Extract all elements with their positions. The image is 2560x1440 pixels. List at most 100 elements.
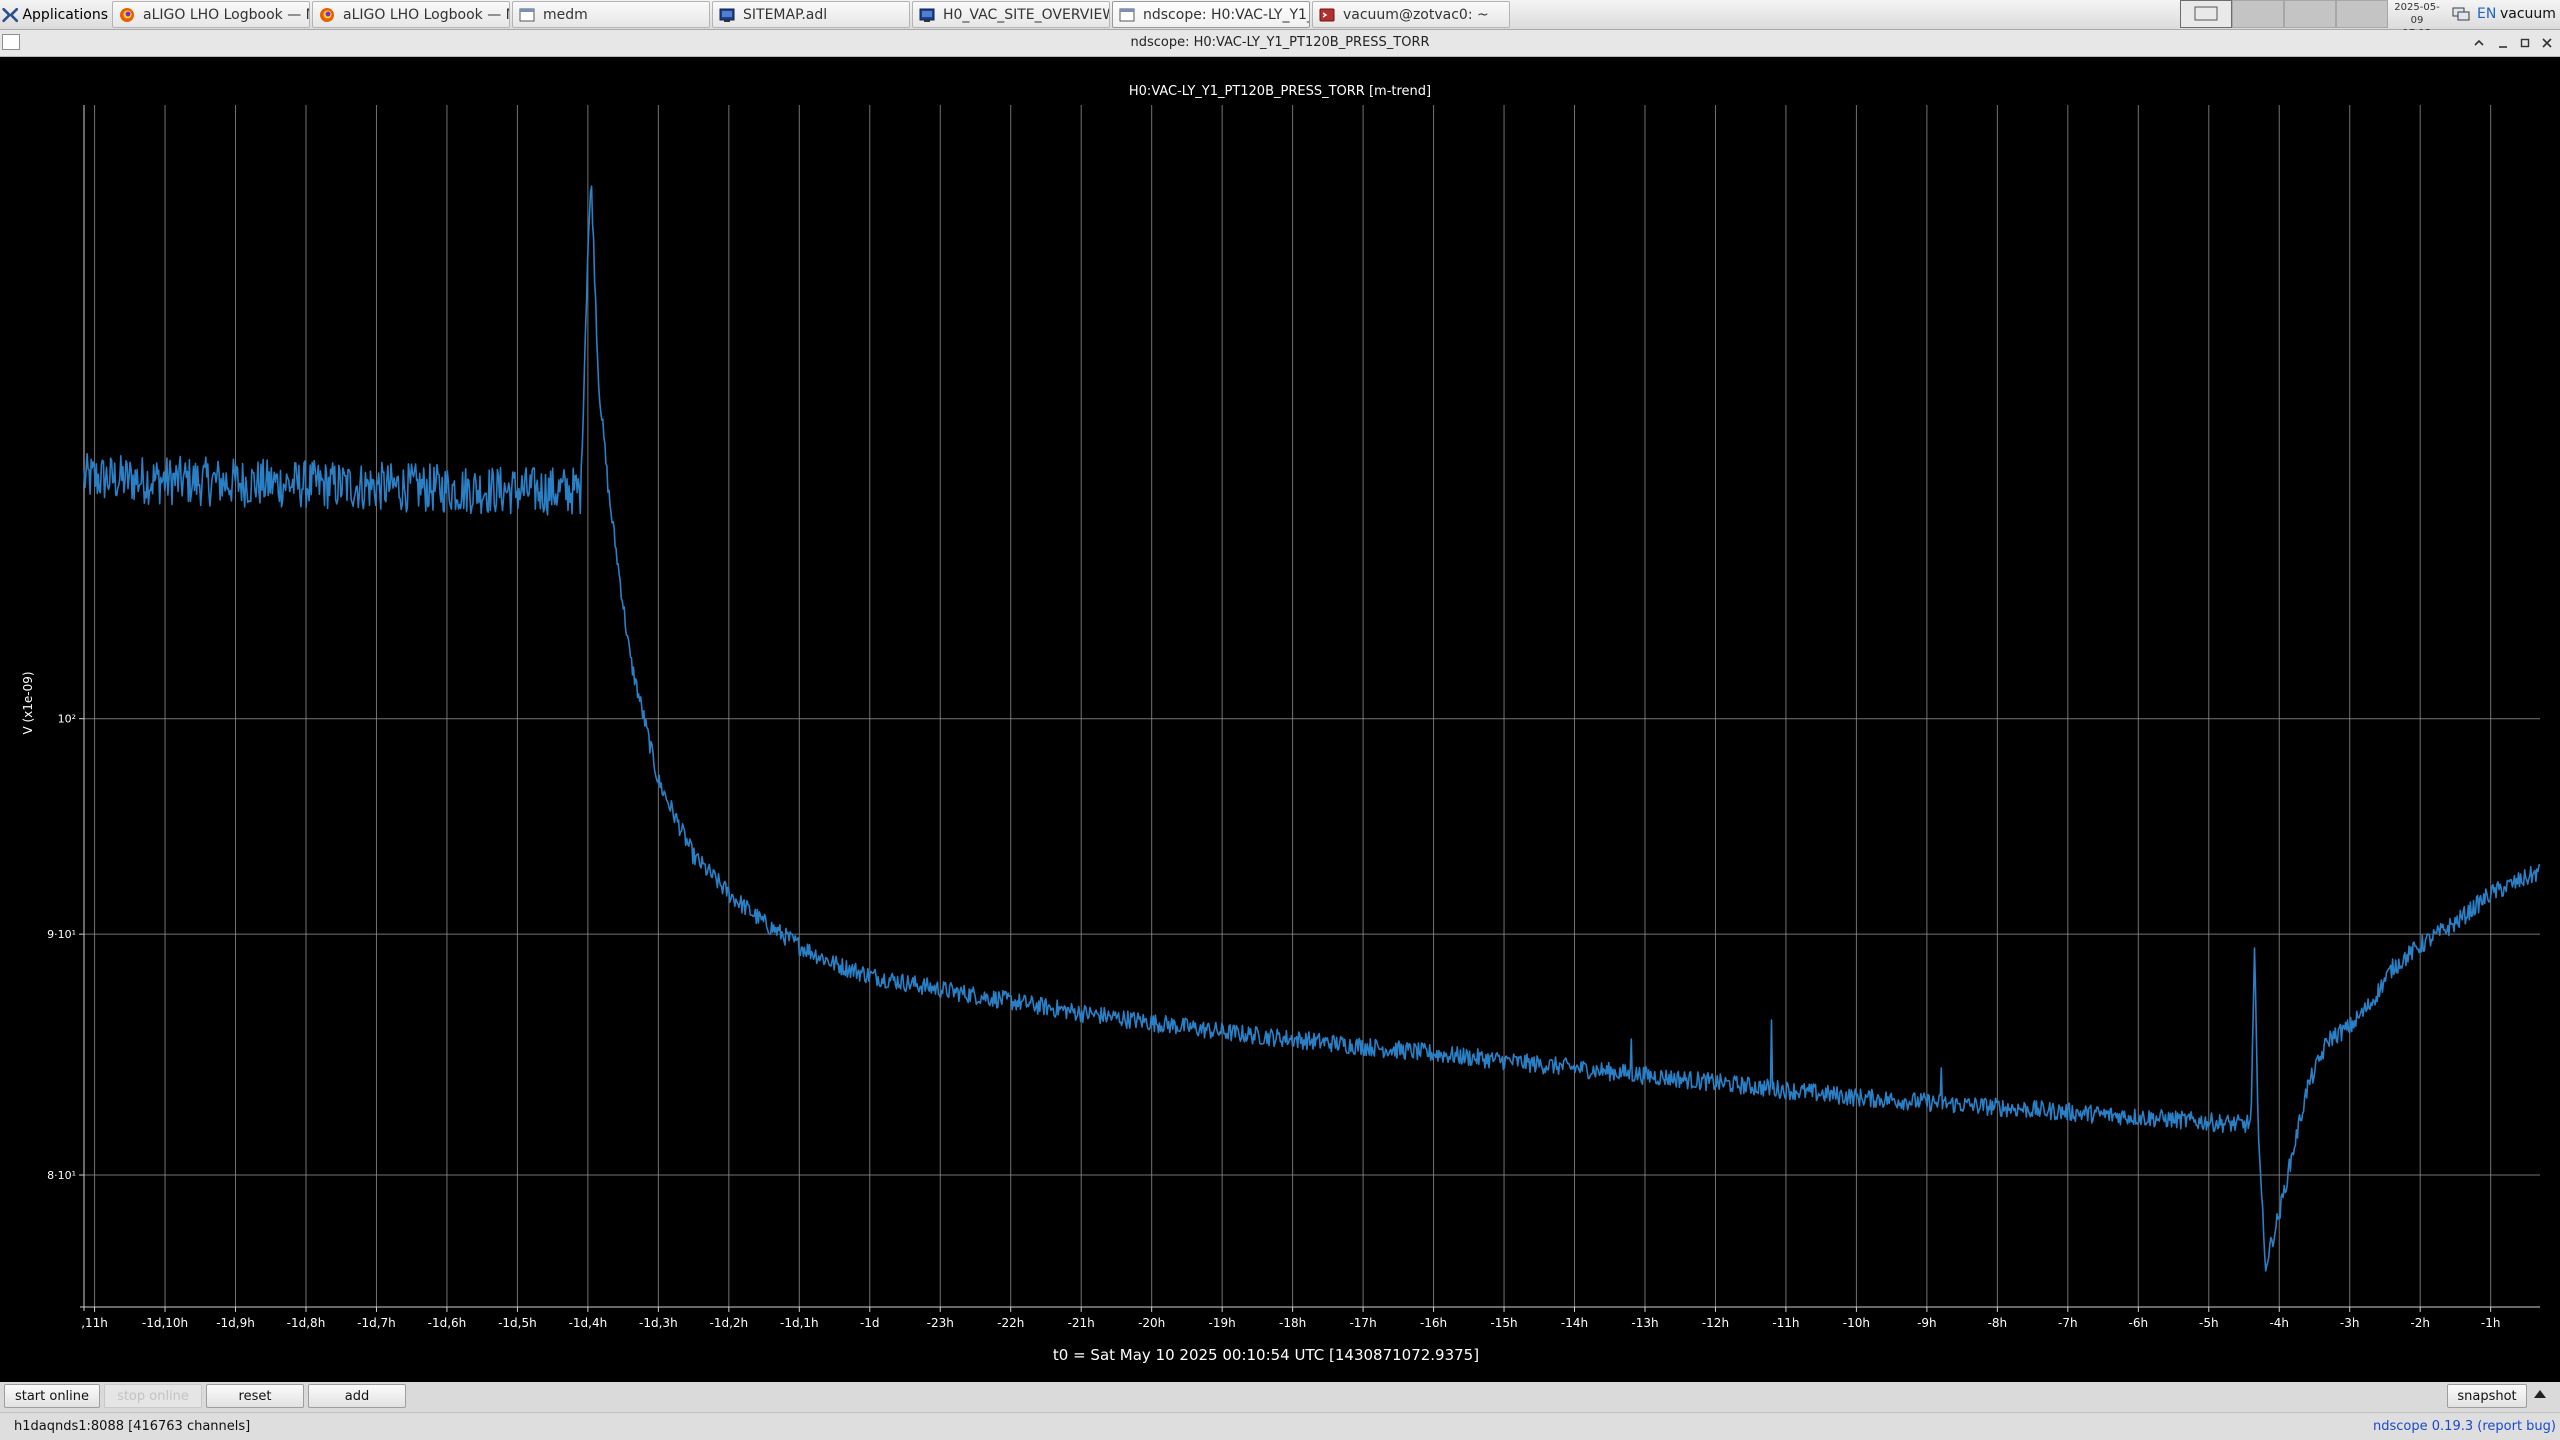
x-tick-label: -10h bbox=[1843, 1316, 1870, 1330]
x-tick-label: -1d,7h bbox=[357, 1316, 396, 1330]
x-tick-label: -7h bbox=[2058, 1316, 2078, 1330]
workspace-window-thumbnail bbox=[2194, 6, 2218, 21]
task-label: H0_VAC_SITE_OVERVIEW_... bbox=[943, 6, 1109, 23]
ndscope-plot[interactable]: ,11h -1d,10h -1d,9h -1d,8h -1d,7h -1d,6h -1d,5… bbox=[0, 57, 2560, 1382]
shade-window-button[interactable] bbox=[2470, 34, 2488, 52]
x-tick-label: -1d,2h bbox=[710, 1316, 749, 1330]
network-icon[interactable] bbox=[2452, 7, 2470, 21]
workspace-2[interactable] bbox=[2232, 0, 2284, 28]
x-tick-label: -15h bbox=[1490, 1316, 1517, 1330]
maximize-window-button[interactable] bbox=[2516, 34, 2534, 52]
minimize-window-button[interactable] bbox=[2494, 34, 2512, 52]
x-tick-label: -23h bbox=[927, 1316, 954, 1330]
xfce-logo-icon bbox=[2, 7, 19, 23]
terminal-icon bbox=[1319, 8, 1335, 21]
clock-date: 2025-05-09 bbox=[2394, 2, 2440, 26]
stop-online-button: stop online bbox=[104, 1384, 202, 1408]
x-tick-label: -21h bbox=[1068, 1316, 1095, 1330]
task-label: aLIGO LHO Logbook — M... bbox=[143, 6, 309, 23]
x-tick-label: -18h bbox=[1279, 1316, 1306, 1330]
medm-display-icon bbox=[919, 8, 935, 22]
y-tick-label: 10² bbox=[58, 713, 76, 726]
x-tick-label: -20h bbox=[1138, 1316, 1165, 1330]
task-label: aLIGO LHO Logbook — M... bbox=[343, 6, 509, 23]
add-channels-button[interactable]: add channels bbox=[308, 1384, 406, 1426]
plot-canvas[interactable]: ,11h -1d,10h -1d,9h -1d,8h -1d,7h -1d,6h -1d,5… bbox=[0, 57, 2560, 1382]
x-tick-label: -2h bbox=[2410, 1316, 2430, 1330]
x-tick-label: -16h bbox=[1420, 1316, 1447, 1330]
x-tick-label: -1d,1h bbox=[780, 1316, 819, 1330]
x-tick-label: -11h bbox=[1772, 1316, 1799, 1330]
minimize-icon bbox=[2499, 46, 2507, 48]
x-axis-label-t0: t0 = Sat May 10 2025 00:10:54 UTC [14308… bbox=[1053, 1346, 1479, 1364]
taskbar: Applications aLIGO LHO Logbook — M... aL… bbox=[0, 0, 2560, 39]
task-logbook-1[interactable]: aLIGO LHO Logbook — M... bbox=[112, 1, 310, 28]
snapshot-button[interactable]: snapshot bbox=[2447, 1384, 2527, 1408]
x-tick-label: ,11h bbox=[81, 1316, 108, 1330]
task-vac-site-overview[interactable]: H0_VAC_SITE_OVERVIEW_... bbox=[912, 1, 1110, 28]
x-tick-label: -1d,5h bbox=[498, 1316, 537, 1330]
report-bug-link[interactable]: (report bug) bbox=[2477, 1419, 2556, 1434]
x-tick-label: -4h bbox=[2269, 1316, 2289, 1330]
version-info: ndscope 0.19.3 (report bug) bbox=[2373, 1419, 2556, 1434]
chevron-up-icon bbox=[2474, 39, 2484, 46]
x-tick-label: -17h bbox=[1349, 1316, 1376, 1330]
x-tick-label: -9h bbox=[1917, 1316, 1937, 1330]
task-medm[interactable]: medm bbox=[512, 1, 710, 28]
control-bar: start online stop online reset add chann… bbox=[0, 1382, 2560, 1426]
firefox-icon bbox=[320, 7, 334, 22]
nds-server-status: h1daqnds1:8088 [416763 channels] bbox=[14, 1419, 251, 1434]
reset-button[interactable]: reset bbox=[206, 1384, 304, 1408]
x-tick-label: -1d,9h bbox=[216, 1316, 255, 1330]
task-label: ndscope: H0:VAC-LY_Y1_P... bbox=[1143, 6, 1309, 23]
window-icon bbox=[519, 8, 535, 21]
ndscope-link[interactable]: ndscope bbox=[2373, 1419, 2428, 1434]
x-tick-label: -1d bbox=[860, 1316, 880, 1330]
workspace-1[interactable] bbox=[2180, 0, 2232, 28]
task-terminal[interactable]: vacuum@zotvac0: ~ bbox=[1312, 1, 1510, 28]
y-tick-label: 9·10¹ bbox=[47, 928, 76, 941]
x-tick-label: -22h bbox=[997, 1316, 1024, 1330]
workspace-3[interactable] bbox=[2284, 0, 2336, 28]
series-line bbox=[83, 185, 2541, 1272]
workspace-4[interactable] bbox=[2336, 0, 2388, 28]
close-icon bbox=[2542, 38, 2552, 48]
medm-display-icon bbox=[719, 8, 735, 22]
y-tick-label: 8·10¹ bbox=[47, 1169, 76, 1182]
task-sitemap[interactable]: SITEMAP.adl bbox=[712, 1, 910, 28]
x-tick-label: -1d,6h bbox=[428, 1316, 467, 1330]
task-ndscope[interactable]: ndscope: H0:VAC-LY_Y1_P... bbox=[1112, 1, 1310, 28]
task-logbook-2[interactable]: aLIGO LHO Logbook — M... bbox=[312, 1, 510, 28]
series-trace bbox=[83, 185, 2541, 1272]
user-menu[interactable]: vacuum bbox=[2500, 6, 2556, 22]
start-online-button[interactable]: start online bbox=[4, 1384, 100, 1408]
window-icon bbox=[1119, 8, 1135, 21]
expand-panel-arrow-icon[interactable] bbox=[2534, 1390, 2546, 1398]
x-tick-label: -3h bbox=[2340, 1316, 2360, 1330]
x-tick-label: -1d,10h bbox=[142, 1316, 188, 1330]
x-tick-label: -8h bbox=[1988, 1316, 2008, 1330]
keyboard-layout-indicator[interactable]: EN bbox=[2477, 6, 2496, 22]
version-link[interactable]: 0.19.3 bbox=[2432, 1419, 2473, 1434]
plot-title: H0:VAC-LY_Y1_PT120B_PRESS_TORR [m-trend] bbox=[1129, 84, 1431, 99]
applications-label: Applications bbox=[22, 7, 108, 23]
x-tick-label: -6h bbox=[2129, 1316, 2149, 1330]
x-tick-label: -5h bbox=[2199, 1316, 2219, 1330]
x-tick-label: -13h bbox=[1631, 1316, 1658, 1330]
task-label: vacuum@zotvac0: ~ bbox=[1343, 6, 1489, 23]
window-titlebar[interactable]: ndscope: H0:VAC-LY_Y1_PT120B_PRESS_TORR bbox=[0, 30, 2560, 57]
task-label: SITEMAP.adl bbox=[743, 6, 828, 23]
close-window-button[interactable] bbox=[2538, 34, 2556, 52]
x-tick-label: -14h bbox=[1561, 1316, 1588, 1330]
plot-axes: ,11h -1d,10h -1d,9h -1d,8h -1d,7h -1d,6h -1d,5… bbox=[47, 105, 2540, 1330]
x-tick-label: -1d,8h bbox=[287, 1316, 326, 1330]
workspace-pager bbox=[2180, 0, 2388, 29]
x-tick-label: -1h bbox=[2481, 1316, 2501, 1330]
x-tick-label: -19h bbox=[1209, 1316, 1236, 1330]
status-bar: h1daqnds1:8088 [416763 channels] ndscope… bbox=[0, 1412, 2560, 1440]
y-axis-label: V (x1e-09) bbox=[21, 671, 35, 734]
maximize-icon bbox=[2520, 38, 2530, 48]
x-tick-label: -1d,3h bbox=[639, 1316, 678, 1330]
task-label: medm bbox=[543, 6, 588, 23]
applications-menu-button[interactable]: Applications bbox=[2, 3, 108, 27]
